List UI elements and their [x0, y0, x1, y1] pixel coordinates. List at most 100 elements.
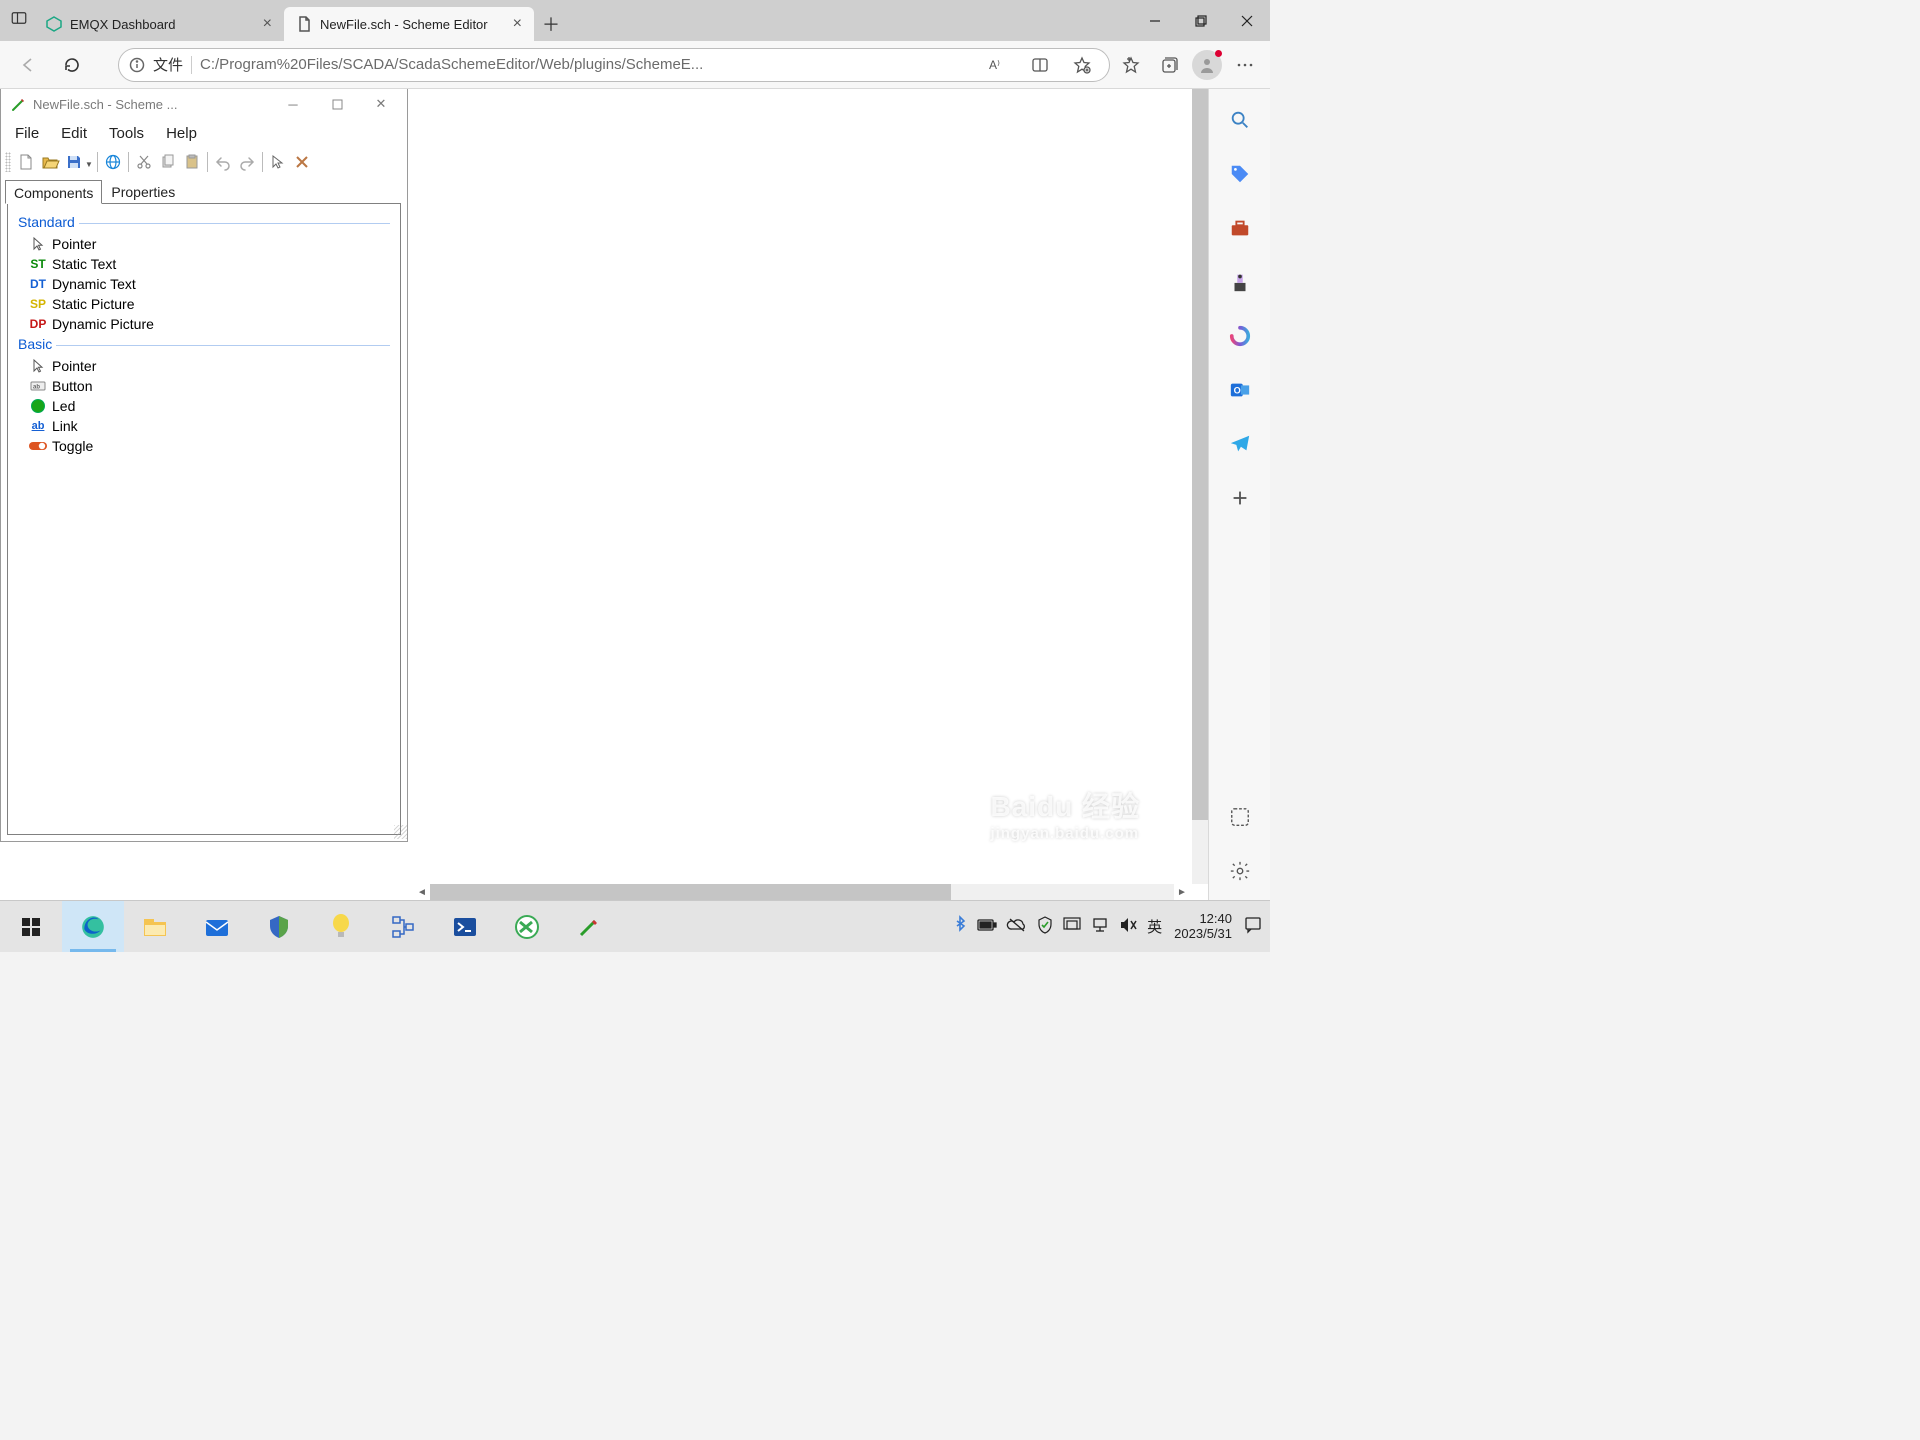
open-file-button[interactable] — [39, 151, 61, 173]
menu-file[interactable]: File — [15, 125, 39, 142]
taskbar-vscode[interactable] — [496, 901, 558, 952]
settings-icon[interactable] — [1229, 860, 1251, 882]
collections-button[interactable] — [1152, 48, 1186, 82]
taskbar-network[interactable] — [372, 901, 434, 952]
paste-button[interactable] — [181, 151, 203, 173]
favorites-button[interactable] — [1114, 48, 1148, 82]
telegram-icon[interactable] — [1229, 433, 1251, 455]
menu-edit[interactable]: Edit — [61, 125, 87, 142]
cut-button[interactable] — [133, 151, 155, 173]
component-link[interactable]: abLink — [18, 416, 390, 436]
pointer-tool-button[interactable] — [267, 151, 289, 173]
games-icon[interactable] — [1229, 271, 1251, 293]
tab-emqx[interactable]: EMQX Dashboard × — [34, 7, 284, 41]
close-icon[interactable]: × — [513, 15, 522, 33]
profile-avatar[interactable] — [1190, 48, 1224, 82]
group-header-basic: Basic — [18, 336, 390, 352]
start-button[interactable] — [0, 901, 62, 952]
component-label: Button — [52, 378, 92, 394]
web-button[interactable] — [102, 151, 124, 173]
taskbar-mail[interactable] — [186, 901, 248, 952]
volume-icon[interactable] — [1119, 917, 1137, 936]
more-button[interactable] — [1228, 48, 1262, 82]
resize-grip[interactable] — [394, 825, 408, 839]
screenshot-icon[interactable] — [1229, 806, 1251, 828]
save-dropdown[interactable]: ▼ — [85, 160, 93, 173]
close-button[interactable] — [1224, 0, 1270, 41]
delete-button[interactable] — [291, 151, 313, 173]
back-button[interactable] — [8, 45, 48, 85]
clock[interactable]: 12:40 2023/5/31 — [1174, 912, 1232, 942]
button-icon: ab — [28, 380, 48, 392]
taskbar-explorer[interactable] — [124, 901, 186, 952]
office-icon[interactable] — [1229, 325, 1251, 347]
vertical-scrollbar[interactable] — [1192, 89, 1208, 884]
taskbar-powershell[interactable] — [434, 901, 496, 952]
maximize-button[interactable] — [315, 90, 359, 118]
component-pointer[interactable]: Pointer — [18, 234, 390, 254]
url-box[interactable]: 文件 C:/Program%20Files/SCADA/ScadaSchemeE… — [118, 48, 1110, 82]
save-button[interactable] — [63, 151, 85, 173]
component-led[interactable]: Led — [18, 396, 390, 416]
favorite-icon[interactable] — [1065, 48, 1099, 82]
sp-icon: SP — [28, 297, 48, 311]
undo-button[interactable] — [212, 151, 234, 173]
tab-actions-icon[interactable] — [10, 9, 28, 32]
redo-button[interactable] — [236, 151, 258, 173]
component-label: Dynamic Text — [52, 276, 136, 292]
taskbar-edge[interactable] — [62, 901, 124, 952]
toolbar-grip — [5, 152, 11, 172]
copy-button[interactable] — [157, 151, 179, 173]
refresh-button[interactable] — [52, 45, 92, 85]
menu-help[interactable]: Help — [166, 125, 197, 142]
new-tab-button[interactable]: ＋ — [534, 7, 568, 41]
taskbar-scheme-editor[interactable] — [558, 901, 620, 952]
dt-icon: DT — [28, 277, 48, 291]
component-label: Static Text — [52, 256, 116, 272]
url-scheme-label: 文件 — [153, 54, 183, 75]
taskbar-security[interactable] — [248, 901, 310, 952]
shopping-tag-icon[interactable] — [1229, 163, 1251, 185]
component-dynamic-picture[interactable]: DPDynamic Picture — [18, 314, 390, 334]
component-static-text[interactable]: STStatic Text — [18, 254, 390, 274]
close-button[interactable]: ✕ — [359, 90, 403, 118]
battery-icon[interactable] — [977, 918, 997, 935]
component-toggle[interactable]: Toggle — [18, 436, 390, 456]
component-button[interactable]: ab Button — [18, 376, 390, 396]
tab-scheme-editor[interactable]: NewFile.sch - Scheme Editor × — [284, 7, 534, 41]
minimize-button[interactable]: ─ — [271, 90, 315, 118]
onedrive-icon[interactable] — [1007, 918, 1027, 935]
ime-indicator[interactable]: 英 — [1147, 916, 1162, 937]
vm-icon[interactable] — [1063, 917, 1081, 936]
watermark-paw-icon — [978, 729, 1068, 804]
toolbox-icon[interactable] — [1229, 217, 1251, 239]
maximize-button[interactable] — [1178, 0, 1224, 41]
tab-components[interactable]: Components — [5, 180, 102, 204]
read-aloud-icon[interactable]: A⁾ — [981, 48, 1015, 82]
pointer-icon — [28, 359, 48, 373]
defender-icon[interactable] — [1037, 916, 1053, 937]
network-tray-icon[interactable] — [1091, 917, 1109, 936]
split-screen-icon[interactable] — [1023, 48, 1057, 82]
search-icon[interactable] — [1229, 109, 1251, 131]
address-bar: 文件 C:/Program%20Files/SCADA/ScadaSchemeE… — [0, 41, 1270, 89]
notifications-icon[interactable] — [1244, 916, 1262, 937]
system-tray: 英 12:40 2023/5/31 — [945, 901, 1270, 952]
component-static-picture[interactable]: SP Static Picture — [18, 294, 390, 314]
component-pointer[interactable]: Pointer — [18, 356, 390, 376]
minimize-button[interactable] — [1132, 0, 1178, 41]
bluetooth-icon[interactable] — [953, 916, 967, 937]
close-icon[interactable]: × — [263, 15, 272, 33]
menu-tools[interactable]: Tools — [109, 125, 144, 142]
add-sidebar-icon[interactable] — [1229, 487, 1251, 509]
component-label: Static Picture — [52, 296, 134, 312]
horizontal-scrollbar[interactable]: ◄► — [414, 884, 1190, 900]
component-dynamic-text[interactable]: DT Dynamic Text — [18, 274, 390, 294]
svg-text:O: O — [1233, 386, 1240, 396]
tab-properties[interactable]: Properties — [102, 179, 184, 203]
outlook-icon[interactable]: O — [1229, 379, 1251, 401]
window-titlebar[interactable]: NewFile.sch - Scheme ... ─ ✕ — [1, 89, 407, 119]
menu-bar: File Edit Tools Help — [1, 119, 407, 148]
new-file-button[interactable] — [15, 151, 37, 173]
taskbar-tips[interactable] — [310, 901, 372, 952]
